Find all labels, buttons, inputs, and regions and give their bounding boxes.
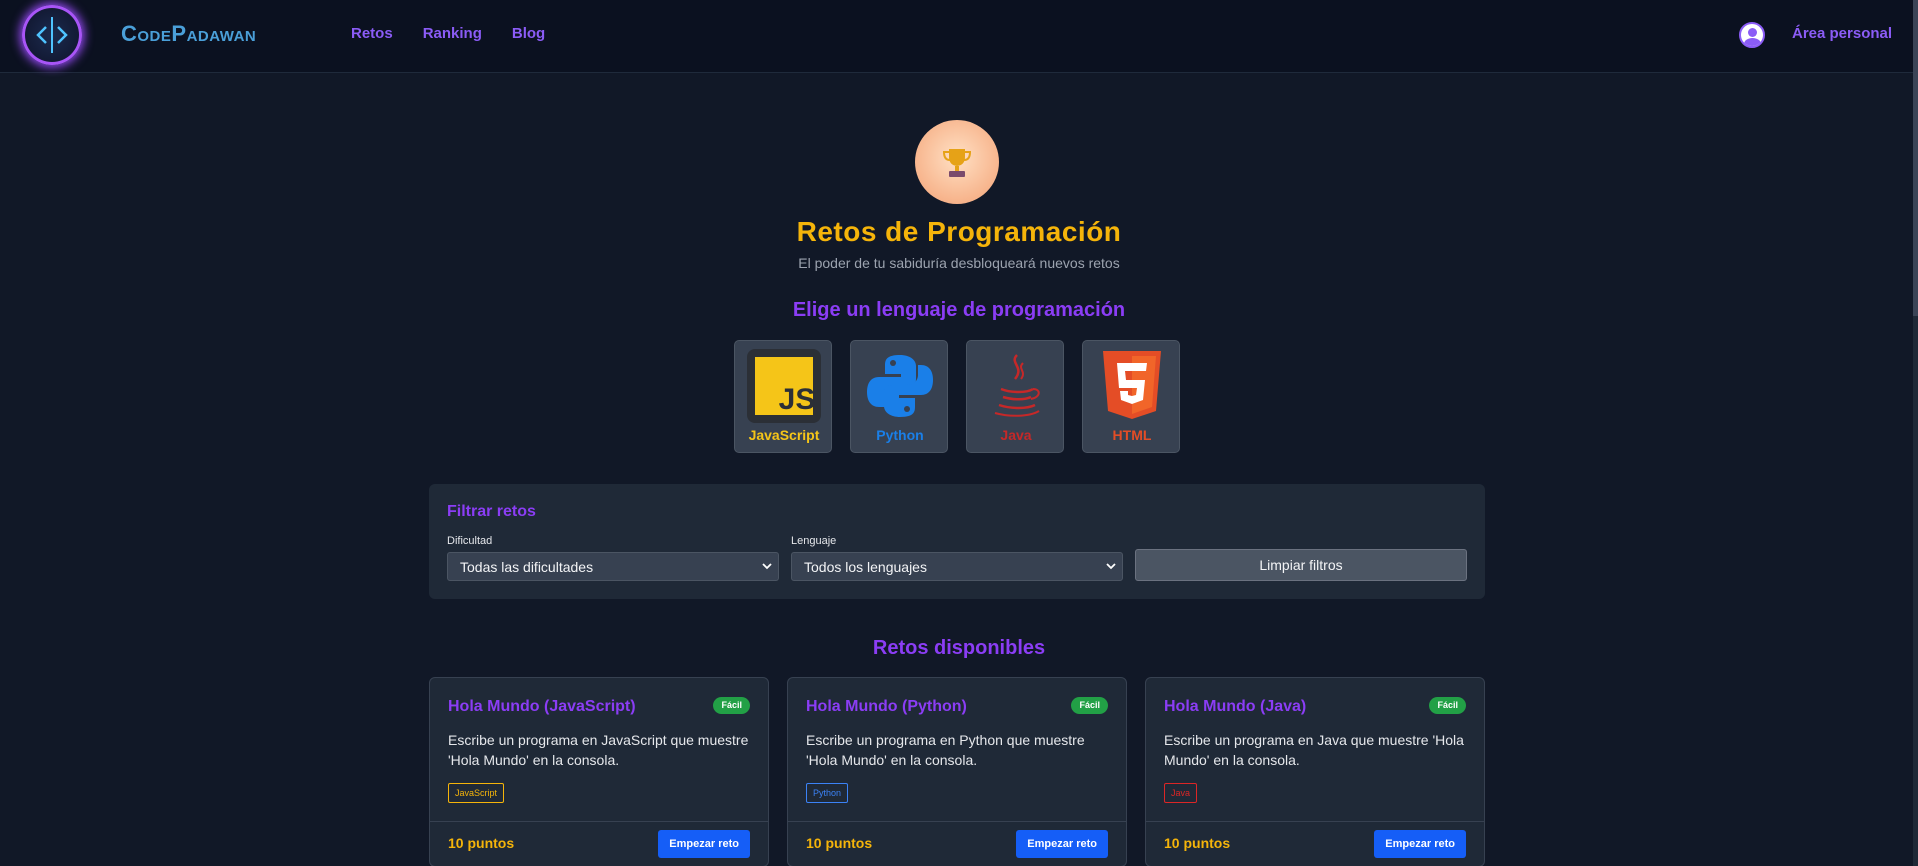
- chevron-down-icon: [762, 563, 772, 570]
- html5-icon: [1103, 351, 1161, 419]
- language-card-label: HTML: [1112, 427, 1152, 443]
- language-section-heading: Elige un lenguaje de programación: [792, 299, 1126, 321]
- challenge-points: 10 puntos: [1164, 835, 1231, 851]
- chevron-down-icon: [1106, 563, 1116, 570]
- challenge-title: Hola Mundo (JavaScript): [448, 698, 636, 715]
- nav-link-blog[interactable]: Blog: [512, 25, 545, 42]
- language-select-value: Todos los lenguajes: [804, 559, 927, 575]
- personal-area-link[interactable]: Área personal: [1792, 25, 1892, 42]
- language-tag: Python: [806, 783, 849, 803]
- language-select[interactable]: Todos los lenguajes: [791, 552, 1123, 581]
- difficulty-label: Dificultad: [447, 535, 493, 547]
- card-divider: [1146, 821, 1484, 822]
- logo-icon[interactable]: [22, 5, 82, 65]
- language-label: Lenguaje: [791, 535, 837, 547]
- page-scrollbar[interactable]: [1913, 0, 1918, 866]
- card-divider: [430, 821, 768, 822]
- challenge-description: Escribe un programa en JavaScript que mu…: [448, 732, 749, 768]
- difficulty-badge: Fácil: [713, 697, 750, 714]
- language-tag: Java: [1164, 783, 1198, 803]
- difficulty-badge: Fácil: [1429, 697, 1466, 714]
- top-navbar: CodePadawan Retos Ranking Blog Área pers…: [0, 0, 1918, 73]
- challenge-card: Hola Mundo (Java) Fácil Escribe un progr…: [1145, 677, 1485, 866]
- user-avatar-icon[interactable]: [1739, 22, 1765, 48]
- language-card-label: JavaScript: [748, 427, 820, 443]
- javascript-icon: JS: [747, 349, 821, 423]
- difficulty-select-value: Todas las dificultades: [460, 559, 594, 575]
- challenge-points: 10 puntos: [806, 835, 873, 851]
- challenge-title: Hola Mundo (Python): [806, 698, 967, 715]
- start-challenge-button[interactable]: Empezar reto: [1374, 830, 1466, 858]
- svg-text:JS: JS: [779, 383, 816, 416]
- challenge-card: Hola Mundo (Python) Fácil Escribe un pro…: [787, 677, 1127, 866]
- filter-panel: Filtrar retos Dificultad Todas las dific…: [429, 484, 1485, 599]
- nav-link-ranking[interactable]: Ranking: [423, 25, 482, 42]
- page-title: Retos de Programación: [796, 216, 1122, 247]
- language-card-java[interactable]: Java: [966, 340, 1064, 453]
- brand-name[interactable]: CodePadawan: [121, 21, 256, 47]
- challenge-points: 10 puntos: [448, 835, 515, 851]
- trophy-icon: [915, 120, 999, 204]
- language-tag: JavaScript: [448, 783, 505, 803]
- start-challenge-button[interactable]: Empezar reto: [1016, 830, 1108, 858]
- card-divider: [788, 821, 1126, 822]
- nav-link-retos[interactable]: Retos: [351, 25, 393, 42]
- main-nav: Retos Ranking Blog: [351, 25, 545, 42]
- difficulty-select[interactable]: Todas las dificultades: [447, 552, 779, 581]
- java-icon: [994, 354, 1040, 417]
- challenge-card: Hola Mundo (JavaScript) Fácil Escribe un…: [429, 677, 769, 866]
- clear-filters-button[interactable]: Limpiar filtros: [1135, 549, 1467, 581]
- filter-title: Filtrar retos: [447, 503, 536, 520]
- language-card-label: Java: [1000, 427, 1032, 443]
- python-icon: [867, 355, 933, 417]
- language-card-html[interactable]: HTML: [1082, 340, 1180, 453]
- start-challenge-button[interactable]: Empezar reto: [658, 830, 750, 858]
- challenge-description: Escribe un programa en Java que muestre …: [1164, 732, 1464, 768]
- language-card-python[interactable]: Python: [850, 340, 948, 453]
- difficulty-badge: Fácil: [1071, 697, 1108, 714]
- challenges-section-heading: Retos disponibles: [872, 637, 1046, 659]
- language-card-label: Python: [876, 427, 924, 443]
- language-card-javascript[interactable]: JS JavaScript: [734, 340, 832, 453]
- challenge-description: Escribe un programa en Python que muestr…: [806, 732, 1085, 768]
- page-subtitle: El poder de tu sabiduría desbloqueará nu…: [798, 255, 1120, 271]
- challenge-title: Hola Mundo (Java): [1164, 698, 1307, 715]
